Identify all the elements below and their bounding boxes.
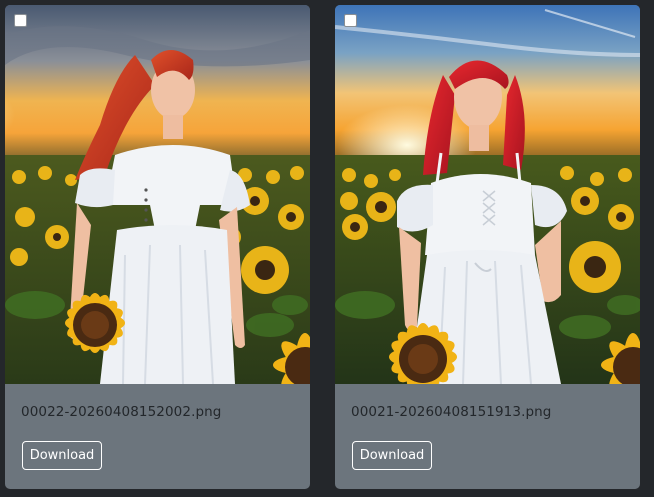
image-filename: 00021-20260408151913.png xyxy=(351,404,552,420)
select-checkbox[interactable] xyxy=(344,14,357,27)
image-gallery: 00022-20260408152002.png Download 00021-… xyxy=(0,0,654,497)
thumbnail-graphic xyxy=(5,5,310,384)
select-checkbox[interactable] xyxy=(14,14,27,27)
image-card: 00021-20260408151913.png Download xyxy=(335,5,640,489)
thumbnail-graphic xyxy=(335,5,640,384)
download-button[interactable]: Download xyxy=(22,441,102,470)
image-thumbnail[interactable] xyxy=(335,5,640,384)
image-filename: 00022-20260408152002.png xyxy=(21,404,222,420)
download-button[interactable]: Download xyxy=(352,441,432,470)
image-thumbnail[interactable] xyxy=(5,5,310,384)
image-card: 00022-20260408152002.png Download xyxy=(5,5,310,489)
